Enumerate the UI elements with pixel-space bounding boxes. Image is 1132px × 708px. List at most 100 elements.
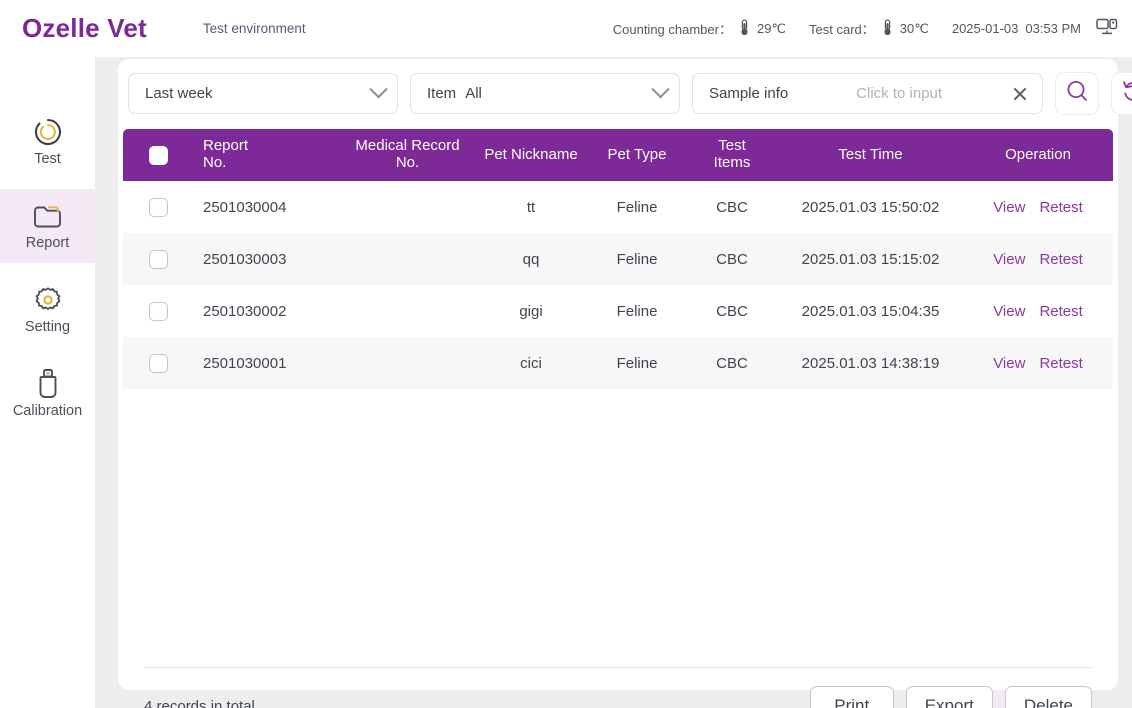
cell-pet-nickname: cici — [474, 355, 588, 372]
sidebar-item-setting[interactable]: Setting — [0, 273, 95, 347]
cell-operation: View Retest — [963, 303, 1113, 320]
item-select-label: Item — [427, 85, 456, 102]
view-link[interactable]: View — [993, 303, 1025, 320]
column-header-pet-nickname: Pet Nickname — [474, 147, 588, 164]
network-device-icon[interactable] — [1096, 17, 1118, 40]
counting-chamber-value: 29℃ — [757, 21, 786, 37]
cell-report-no: 2501030001 — [193, 355, 341, 372]
system-date: 2025-01-03 — [952, 21, 1019, 36]
cell-test-time: 2025.01.03 14:38:19 — [778, 355, 963, 372]
test-card-label: Test card： — [809, 19, 875, 38]
cell-pet-type: Feline — [588, 303, 686, 320]
row-select-cell — [123, 302, 193, 321]
cell-test-items: CBC — [686, 355, 778, 372]
cell-test-items: CBC — [686, 251, 778, 268]
sidebar-item-test[interactable]: Test — [0, 105, 95, 179]
reset-button[interactable] — [1111, 72, 1132, 115]
delete-button[interactable]: Delete — [1005, 686, 1092, 708]
table-row[interactable]: 2501030001 ciciFelineCBC2025.01.03 14:38:… — [123, 337, 1113, 389]
sidebar: Test Report Setting — [0, 57, 95, 708]
cell-pet-nickname: gigi — [474, 303, 588, 320]
filter-toolbar: Last week Item All Sample info — [128, 72, 1132, 115]
cell-report-no: 2501030002 — [193, 303, 341, 320]
cell-test-time: 2025.01.03 15:04:35 — [778, 303, 963, 320]
reports-table: Report No. Medical Record No. Pet Nickna… — [123, 129, 1113, 389]
select-all-checkbox[interactable] — [149, 146, 168, 165]
folder-icon — [32, 201, 63, 231]
retest-link[interactable]: Retest — [1039, 355, 1082, 372]
select-all-cell — [123, 146, 193, 165]
row-checkbox[interactable] — [149, 198, 168, 217]
search-button[interactable] — [1055, 72, 1099, 115]
record-count-label: 4 records in total — [144, 698, 255, 708]
column-header-pet-type: Pet Type — [588, 147, 686, 164]
main-card: Last week Item All Sample info — [118, 59, 1118, 690]
sample-info-input[interactable] — [792, 85, 1006, 102]
column-header-medical-record-no: Medical Record No. — [341, 138, 474, 172]
cell-pet-nickname: tt — [474, 199, 588, 216]
app-root: Ozelle Vet Test environment Counting cha… — [0, 0, 1132, 708]
column-header-test-items: Test Items — [686, 138, 778, 172]
test-spinner-icon — [33, 117, 63, 147]
search-icon — [1065, 79, 1090, 109]
cell-test-items: CBC — [686, 303, 778, 320]
date-range-value: Last week — [145, 85, 372, 102]
counting-chamber-label: Counting chamber： — [613, 19, 732, 38]
item-select-value: All — [465, 85, 654, 102]
row-select-cell — [123, 198, 193, 217]
view-link[interactable]: View — [993, 355, 1025, 372]
cell-operation: View Retest — [963, 355, 1113, 372]
retest-link[interactable]: Retest — [1039, 303, 1082, 320]
sidebar-item-label-calibration: Calibration — [13, 403, 82, 419]
usb-drive-icon — [35, 369, 61, 399]
row-select-cell — [123, 250, 193, 269]
retest-link[interactable]: Retest — [1039, 199, 1082, 216]
table-row[interactable]: 2501030003 qqFelineCBC2025.01.03 15:15:02… — [123, 233, 1113, 285]
column-header-test-time: Test Time — [778, 147, 963, 164]
table-row[interactable]: 2501030002 gigiFelineCBC2025.01.03 15:04:… — [123, 285, 1113, 337]
row-checkbox[interactable] — [149, 250, 168, 269]
environment-label: Test environment — [203, 21, 306, 36]
column-header-report-no: Report No. — [193, 138, 341, 172]
item-select[interactable]: Item All — [410, 73, 680, 114]
sample-info-field[interactable]: Sample info — [692, 73, 1043, 114]
footer-actions: Print Export Delete — [810, 686, 1092, 708]
brand-logo: Ozelle Vet — [22, 13, 147, 44]
gear-icon — [33, 285, 63, 315]
chevron-down-icon — [369, 80, 387, 98]
status-bar: Counting chamber： 29℃ Test card： 30℃ — [613, 17, 1118, 40]
view-link[interactable]: View — [993, 251, 1025, 268]
sidebar-item-report[interactable]: Report — [0, 189, 95, 263]
table-row[interactable]: 2501030004ttFelineCBC2025.01.03 15:50:02… — [123, 181, 1113, 233]
cell-report-no: 2501030004 — [193, 199, 341, 216]
close-icon[interactable] — [1010, 84, 1030, 104]
sample-info-label: Sample info — [709, 85, 788, 102]
cell-test-time: 2025.01.03 15:15:02 — [778, 251, 963, 268]
column-header-operation: Operation — [963, 147, 1113, 164]
cell-pet-type: Feline — [588, 199, 686, 216]
cell-operation: View Retest — [963, 199, 1113, 216]
row-checkbox[interactable] — [149, 302, 168, 321]
top-bar: Ozelle Vet Test environment Counting cha… — [0, 0, 1132, 57]
cell-pet-nickname: qq — [474, 251, 588, 268]
export-button[interactable]: Export — [906, 686, 993, 708]
date-range-select[interactable]: Last week — [128, 73, 398, 114]
sidebar-item-label-setting: Setting — [25, 319, 70, 335]
reset-icon — [1121, 79, 1132, 109]
cell-pet-type: Feline — [588, 251, 686, 268]
cell-operation: View Retest — [963, 251, 1113, 268]
thermometer-icon — [739, 19, 750, 39]
print-button[interactable]: Print — [810, 686, 894, 708]
cell-report-no: 2501030003 — [193, 251, 341, 268]
table-footer: 4 records in total Print Export Delete — [144, 677, 1092, 708]
system-time: 03:53 PM — [1025, 21, 1081, 36]
view-link[interactable]: View — [993, 199, 1025, 216]
table-header-row: Report No. Medical Record No. Pet Nickna… — [123, 129, 1113, 181]
row-checkbox[interactable] — [149, 354, 168, 373]
cell-pet-type: Feline — [588, 355, 686, 372]
sidebar-item-label-report: Report — [26, 235, 70, 251]
sidebar-item-calibration[interactable]: Calibration — [0, 357, 95, 431]
test-card-value: 30℃ — [900, 21, 929, 37]
retest-link[interactable]: Retest — [1039, 251, 1082, 268]
table-body: 2501030004ttFelineCBC2025.01.03 15:50:02… — [123, 181, 1113, 389]
